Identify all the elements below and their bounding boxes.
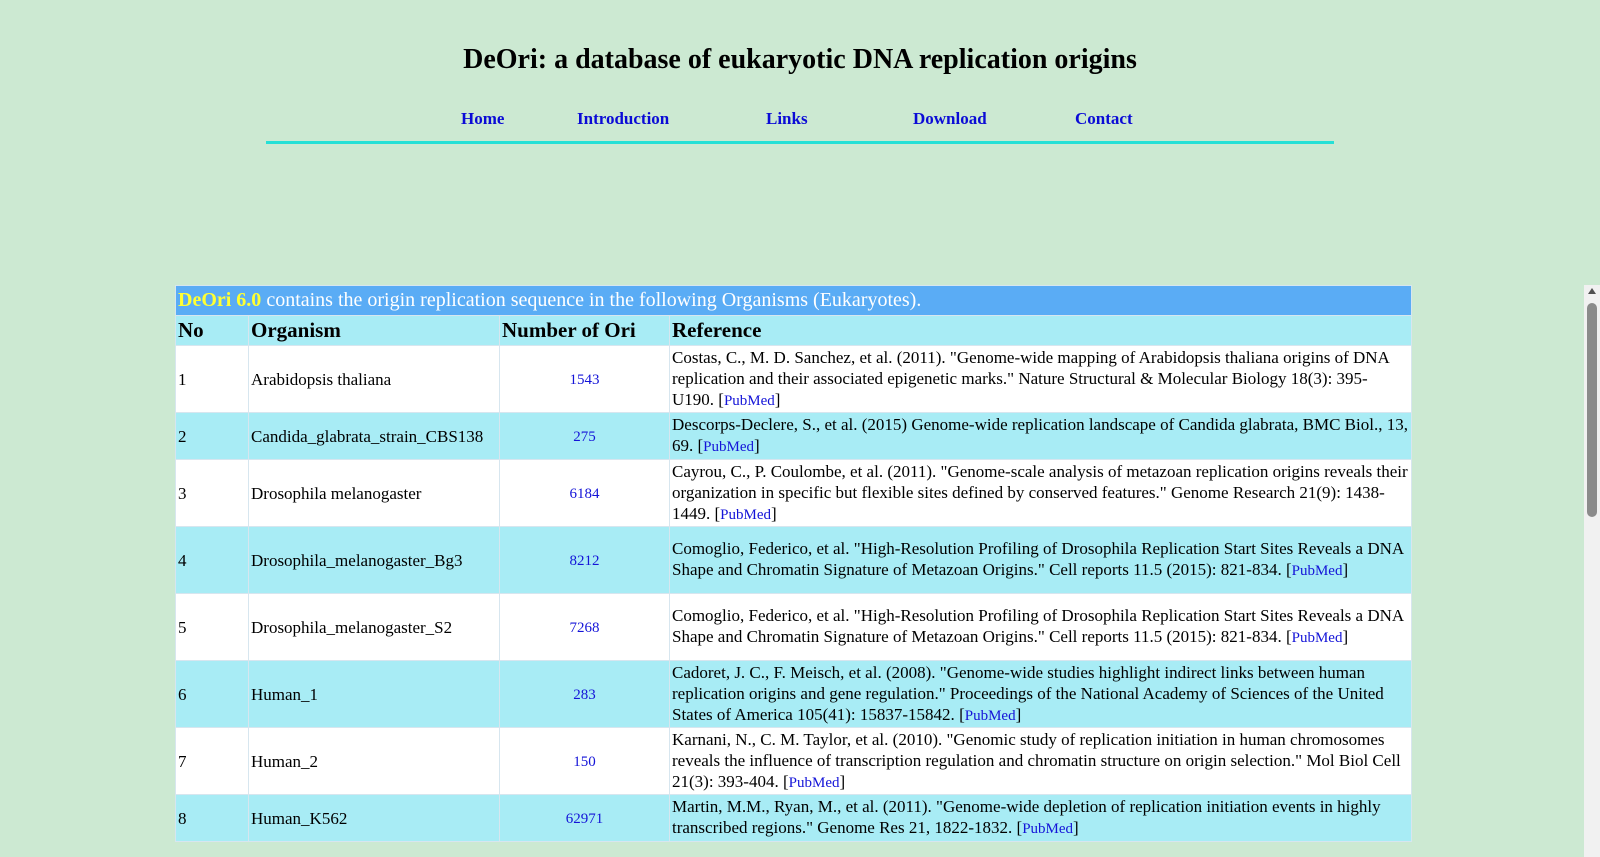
row-reference: Karnani, N., C. M. Taylor, et al. (2010)… [668,727,1413,795]
row-organism: Drosophila_melanogaster_S2 [248,593,500,661]
row-organism: Human_K562 [248,794,500,842]
pubmed-link[interactable]: PubMed [1022,821,1073,837]
db-version: DeOri 6.0 [178,289,262,311]
ori-count-link[interactable]: 7268 [570,620,600,636]
banner-cell: DeOri 6.0 contains the origin replicatio… [174,285,1413,316]
row-reference: Martin, M.M., Ryan, M., et al. (2011). "… [668,794,1413,842]
row-count: 150 [499,727,670,795]
table-row: 3 Drosophila melanogaster 6184 Cayrou, C… [175,459,1413,527]
scroll-up-arrow-icon[interactable] [1588,288,1596,294]
ori-count-link[interactable]: 150 [573,754,596,770]
table-header-row: No Organism Number of Ori Reference [175,315,1413,346]
row-reference: Costas, C., M. D. Sanchez, et al. (2011)… [668,345,1413,413]
nav-links-link[interactable]: Links [766,109,808,129]
pubmed-link[interactable]: PubMed [789,775,840,791]
row-no: 5 [175,593,249,661]
table-row: 8 Human_K562 62971 Martin, M.M., Ryan, M… [175,794,1413,842]
page: DeOri: a database of eukaryotic DNA repl… [0,0,1584,857]
nav-introduction-link[interactable]: Introduction [577,109,669,129]
row-organism: Drosophila melanogaster [248,459,500,527]
col-header-reference: Reference [668,315,1413,346]
pubmed-link[interactable]: PubMed [1292,630,1343,646]
nav-contact-link[interactable]: Contact [1075,109,1133,129]
row-reference: Cadoret, J. C., F. Meisch, et al. (2008)… [668,660,1413,728]
reference-text: Cadoret, J. C., F. Meisch, et al. (2008)… [672,662,1384,724]
ori-count-link[interactable]: 275 [573,429,596,445]
ori-count-link[interactable]: 8212 [570,553,600,569]
row-organism: Candida_glabrata_strain_CBS138 [248,412,500,460]
row-organism: Human_1 [248,660,500,728]
row-no: 7 [175,727,249,795]
row-no: 6 [175,660,249,728]
row-no: 4 [175,526,249,594]
row-no: 8 [175,794,249,842]
row-count: 6184 [499,459,670,527]
vertical-scrollbar[interactable] [1584,285,1600,857]
row-count: 1543 [499,345,670,413]
pubmed-link[interactable]: PubMed [724,393,775,409]
pubmed-link[interactable]: PubMed [965,708,1016,724]
col-header-organism: Organism [248,315,500,346]
ori-count-link[interactable]: 6184 [570,486,600,502]
ori-count-link[interactable]: 1543 [570,372,600,388]
nav-divider [266,141,1334,144]
reference-text: Descorps-Declere, S., et al. (2015) Geno… [672,415,1408,455]
table-row: 2 Candida_glabrata_strain_CBS138 275 Des… [175,412,1413,460]
row-reference: Descorps-Declere, S., et al. (2015) Geno… [668,412,1413,460]
ori-count-link[interactable]: 283 [573,687,596,703]
row-no: 2 [175,412,249,460]
pubmed-link[interactable]: PubMed [720,507,771,523]
row-organism: Human_2 [248,727,500,795]
table-row: 1 Arabidopsis thaliana 1543 Costas, C., … [175,345,1413,413]
row-no: 1 [175,345,249,413]
pubmed-link[interactable]: PubMed [1292,563,1343,579]
table-banner: DeOri 6.0 contains the origin replicatio… [174,285,1413,316]
main-nav: Home Introduction Links Download Contact [266,106,1334,142]
row-organism: Drosophila_melanogaster_Bg3 [248,526,500,594]
table-row: 5 Drosophila_melanogaster_S2 7268 Comogl… [175,593,1413,661]
table-row: 7 Human_2 150 Karnani, N., C. M. Taylor,… [175,727,1413,795]
row-reference: Comoglio, Federico, et al. "High-Resolut… [668,526,1413,594]
table-row: 4 Drosophila_melanogaster_Bg3 8212 Comog… [175,526,1413,594]
row-organism: Arabidopsis thaliana [248,345,500,413]
row-count: 62971 [499,794,670,842]
row-count: 275 [499,412,670,460]
reference-text: Costas, C., M. D. Sanchez, et al. (2011)… [672,347,1389,409]
reference-text: Karnani, N., C. M. Taylor, et al. (2010)… [672,729,1401,791]
nav-download-link[interactable]: Download [913,109,987,129]
nav-home-link[interactable]: Home [461,109,504,129]
site-title: DeOri: a database of eukaryotic DNA repl… [463,44,1137,75]
row-count: 283 [499,660,670,728]
ori-count-link[interactable]: 62971 [566,811,604,827]
row-reference: Cayrou, C., P. Coulombe, et al. (2011). … [668,459,1413,527]
banner-text: contains the origin replication sequence… [261,289,922,311]
organism-table: DeOri 6.0 contains the origin replicatio… [174,285,1413,842]
reference-text: Cayrou, C., P. Coulombe, et al. (2011). … [672,461,1408,523]
pubmed-link[interactable]: PubMed [703,439,754,455]
scrollbar-thumb[interactable] [1587,303,1597,517]
row-no: 3 [175,459,249,527]
col-header-count: Number of Ori [499,315,670,346]
col-header-no: No [175,315,249,346]
table-row: 6 Human_1 283 Cadoret, J. C., F. Meisch,… [175,660,1413,728]
row-count: 7268 [499,593,670,661]
row-reference: Comoglio, Federico, et al. "High-Resolut… [668,593,1413,661]
row-count: 8212 [499,526,670,594]
